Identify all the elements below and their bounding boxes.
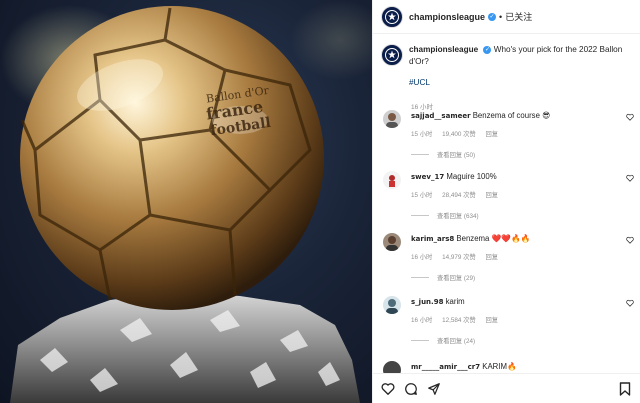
- post-username[interactable]: championsleague: [409, 12, 485, 22]
- divider: [411, 277, 429, 278]
- reply-button[interactable]: 回复: [485, 317, 498, 324]
- comment-text: Maguire 100%: [446, 172, 497, 181]
- view-replies-label: 查看回复 (29): [437, 275, 476, 282]
- post-image: Ballon d'Or france football: [0, 0, 372, 403]
- view-replies-label: 查看回复 (50): [437, 152, 476, 159]
- post-sidebar: championsleague ✓ • 已关注 championsleague …: [372, 0, 640, 403]
- bookmark-icon[interactable]: [619, 382, 631, 396]
- comment-likes[interactable]: 14,979 次赞: [442, 254, 476, 261]
- comment-username[interactable]: mr_____amir___cr7: [411, 363, 480, 371]
- comment-like-icon[interactable]: [626, 113, 634, 121]
- comment-username[interactable]: karim_ars8: [411, 235, 454, 243]
- commenter-avatar[interactable]: [383, 296, 401, 314]
- view-replies-label: 查看回复 (24): [437, 338, 476, 345]
- heart-icon[interactable]: [381, 382, 395, 396]
- comment-username[interactable]: swev_17: [411, 173, 444, 181]
- divider: [411, 215, 429, 216]
- follow-status-button[interactable]: 已关注: [505, 10, 532, 23]
- view-replies-button[interactable]: 查看回复 (24): [411, 336, 636, 345]
- ucl-starball-icon: [385, 9, 399, 24]
- comment-icon[interactable]: [404, 382, 418, 396]
- comment-time: 15 小时: [411, 131, 433, 138]
- view-replies-label: 查看回复 (634): [437, 213, 479, 220]
- caption-avatar[interactable]: [381, 44, 403, 66]
- hashtag-link[interactable]: #UCL: [409, 77, 632, 89]
- comment-item: sajjad__sameer Benzema of course 😎 15 小时…: [381, 110, 636, 159]
- comment-item: swev_17 Maguire 100% 15 小时 28,494 次赞 回复 …: [381, 171, 636, 220]
- reply-button[interactable]: 回复: [485, 192, 498, 199]
- caption-username[interactable]: championsleague: [409, 45, 478, 54]
- commenter-avatar[interactable]: [383, 110, 401, 128]
- divider: [411, 340, 429, 341]
- commenter-avatar[interactable]: [383, 233, 401, 251]
- comment-time: 16 小时: [411, 317, 433, 324]
- separator-dot: •: [499, 11, 503, 22]
- post-action-bar: [373, 373, 640, 403]
- comment-username[interactable]: s_jun.98: [411, 298, 443, 306]
- comment-time: 15 小时: [411, 192, 433, 199]
- comment-item: mr_____amir___cr7 KARIM🔥: [381, 361, 636, 379]
- view-replies-button[interactable]: 查看回复 (634): [411, 211, 636, 220]
- verified-icon: ✓: [483, 45, 492, 54]
- reply-button[interactable]: 回复: [485, 254, 498, 261]
- comment-text: KARIM🔥: [482, 362, 517, 371]
- view-replies-button[interactable]: 查看回复 (29): [411, 273, 636, 282]
- comment-username[interactable]: sajjad__sameer: [411, 112, 471, 120]
- comment-item: s_jun.98 karim 16 小时 12,584 次赞 回复 查看回复 (…: [381, 296, 636, 345]
- comment-like-icon[interactable]: [626, 299, 634, 307]
- comment-time: 16 小时: [411, 254, 433, 261]
- comment-text: Benzema ❤️❤️🔥🔥: [456, 234, 531, 243]
- comment-likes[interactable]: 19,400 次赞: [442, 131, 476, 138]
- comment-likes[interactable]: 12,584 次赞: [442, 317, 476, 324]
- commenter-avatar[interactable]: [383, 171, 401, 189]
- reply-button[interactable]: 回复: [485, 131, 498, 138]
- avatar[interactable]: [381, 5, 403, 28]
- caption: championsleague ✓ Who's your pick for th…: [373, 34, 640, 89]
- comment-like-icon[interactable]: [626, 236, 634, 244]
- divider: [411, 154, 429, 155]
- verified-icon: ✓: [488, 12, 497, 21]
- view-replies-button[interactable]: 查看回复 (50): [411, 150, 636, 159]
- comment-like-icon[interactable]: [626, 174, 634, 182]
- comment-item: karim_ars8 Benzema ❤️❤️🔥🔥 16 小时 14,979 次…: [381, 233, 636, 282]
- post-header: championsleague ✓ • 已关注: [373, 0, 640, 34]
- comment-text: karim: [445, 297, 465, 306]
- paper-plane-icon[interactable]: [427, 382, 441, 396]
- ucl-starball-icon: [385, 48, 399, 62]
- comment-likes[interactable]: 28,494 次赞: [442, 192, 476, 199]
- comment-text: Benzema of course 😎: [472, 111, 551, 120]
